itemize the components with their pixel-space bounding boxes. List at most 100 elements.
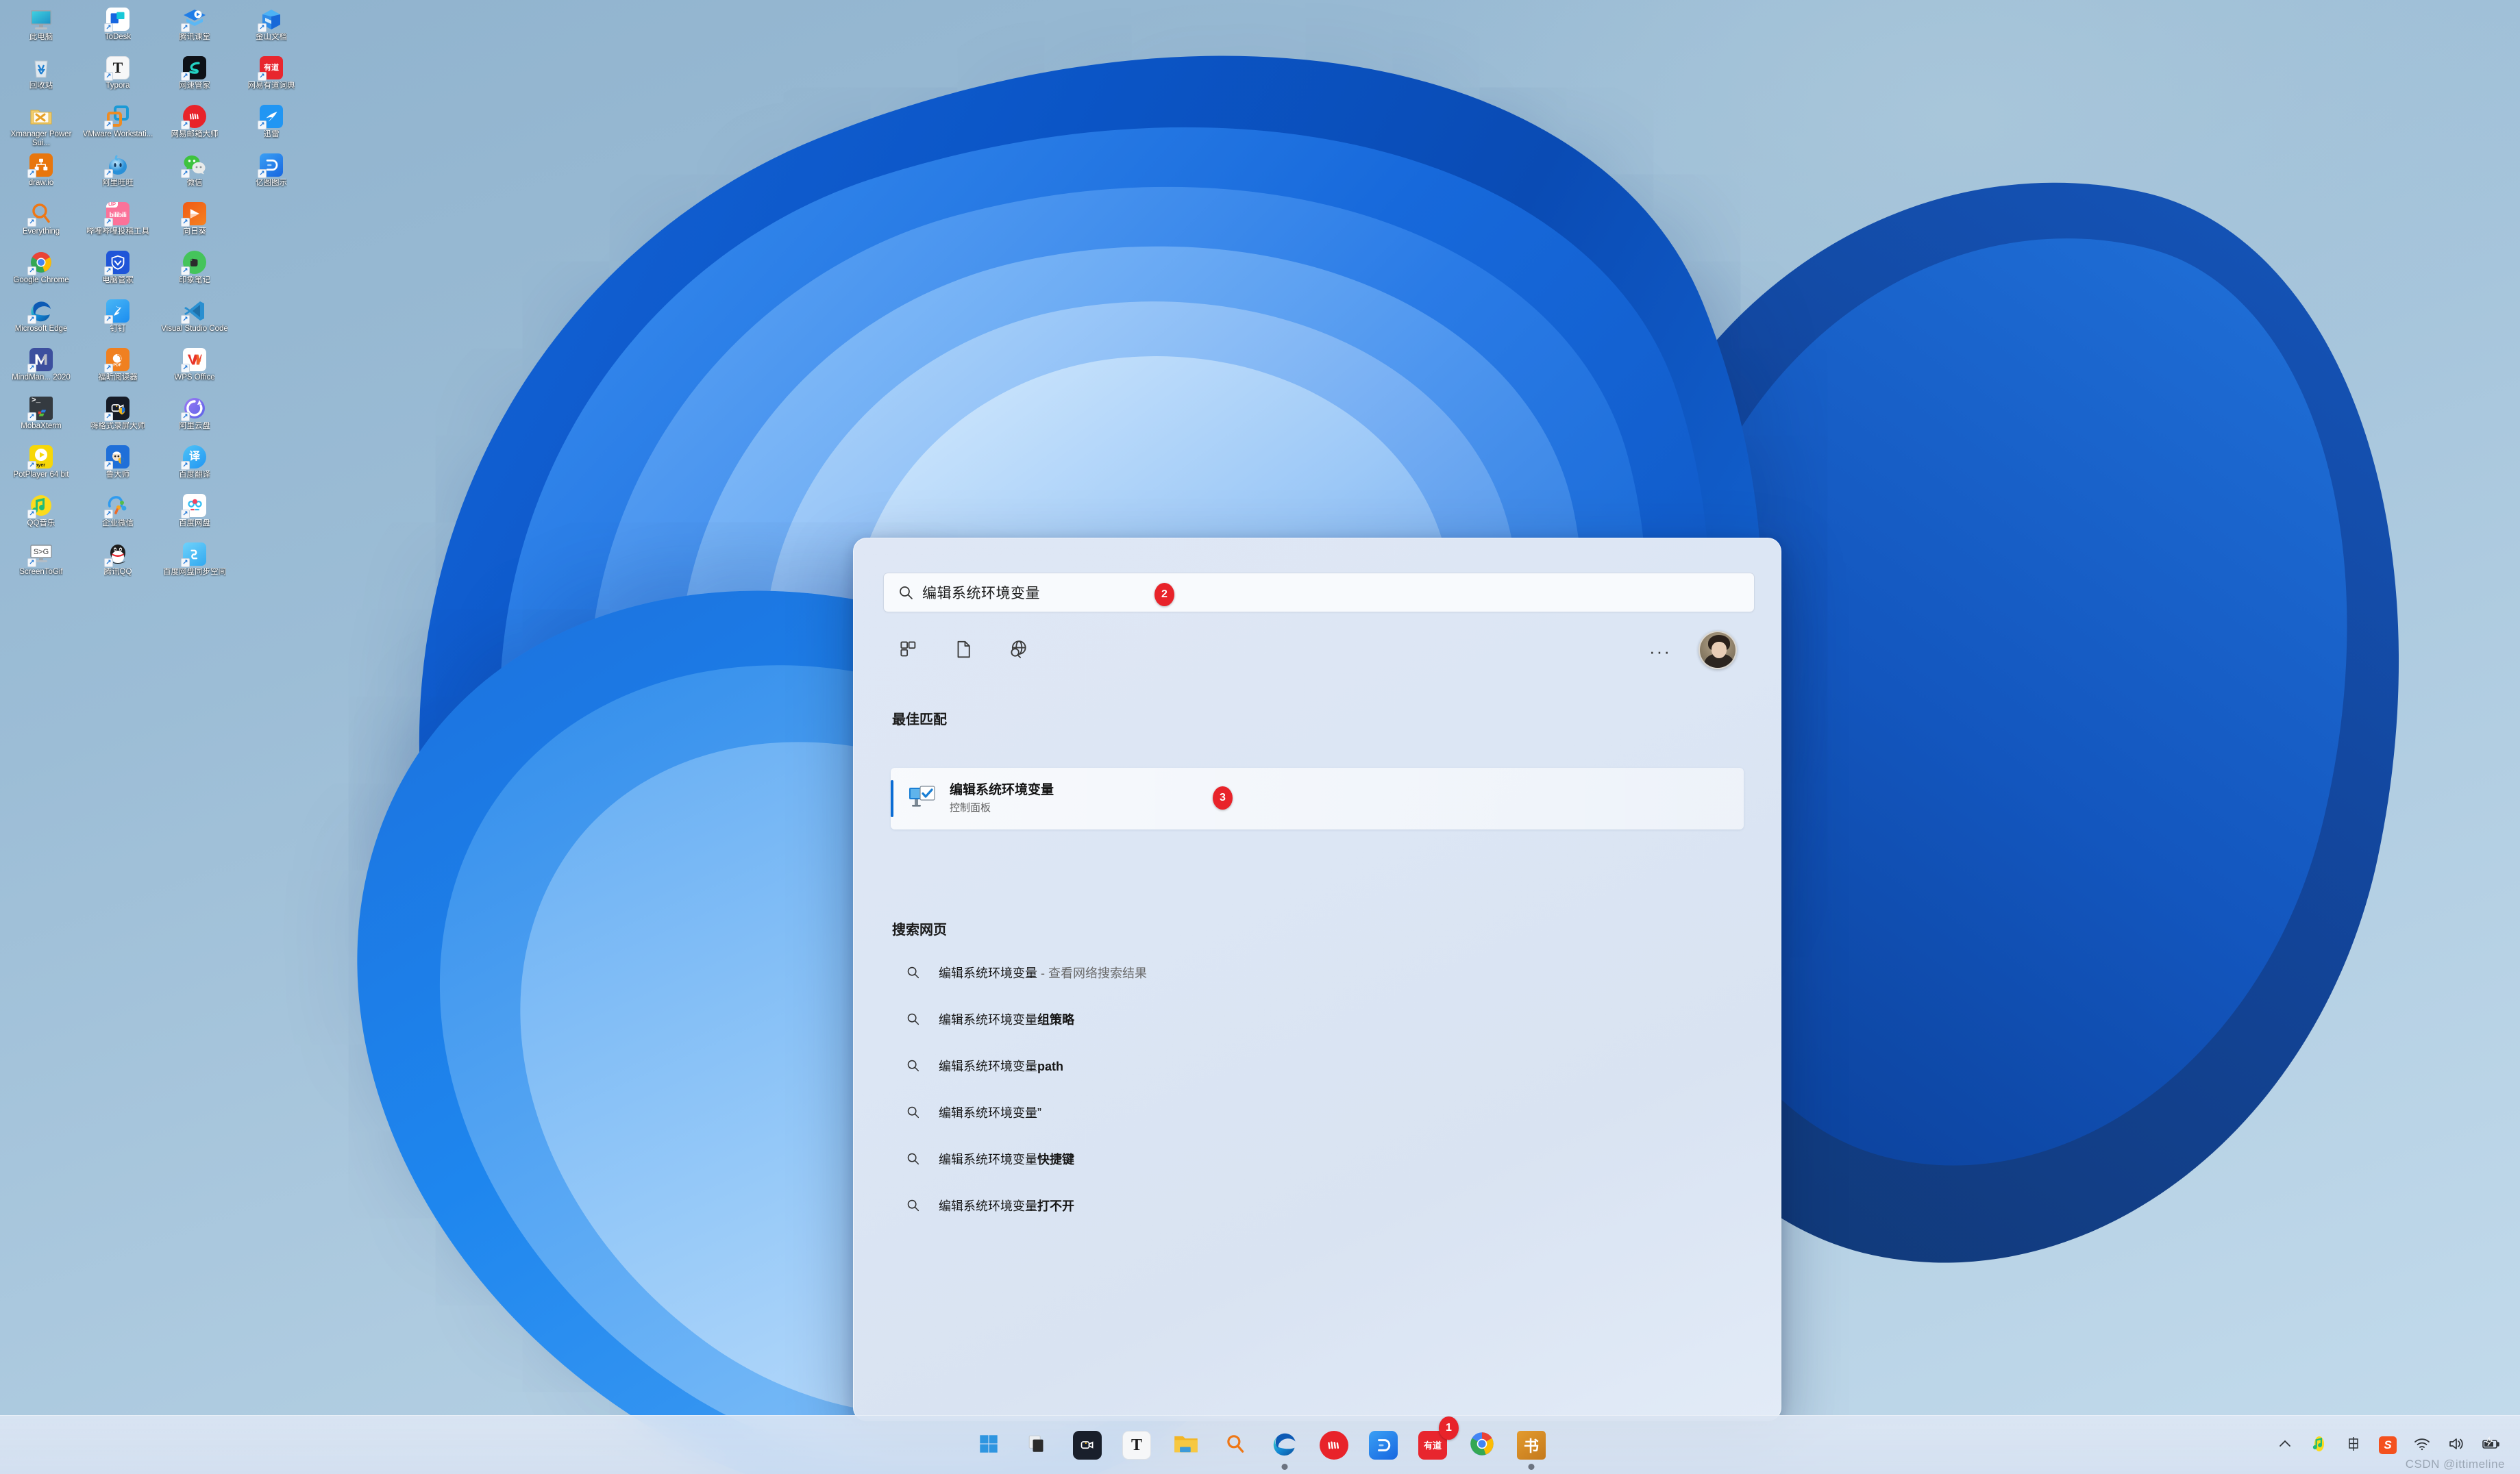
taskbar-center-group: T 有道书 [969, 1416, 1551, 1474]
edraw-button[interactable] [1363, 1425, 1403, 1465]
desktop-icon-pc-manager[interactable]: ↗ 电脑管家 [79, 247, 156, 296]
web-filter[interactable] [999, 632, 1037, 670]
web-search-item[interactable]: 编辑系统环境变量” [891, 1089, 1747, 1136]
search-filter-row: ··· [889, 629, 1749, 672]
best-match-result[interactable]: 编辑系统环境变量 控制面板 3 [891, 768, 1744, 829]
desktop-icon-netease-mail[interactable]: ↗ 网易邮箱大师 [156, 101, 233, 150]
task-view-button[interactable] [1018, 1425, 1058, 1465]
desktop-icon-chrome[interactable]: ↗ Google Chrome [3, 247, 79, 296]
start-button[interactable] [969, 1425, 1009, 1465]
desktop-icon-vscode[interactable]: ↗ Visual Studio Code [156, 296, 233, 345]
desktop-icon-wps-office[interactable]: ↗ WPS Office [156, 345, 233, 393]
desktop-icon-foxit-reader[interactable]: PDF ↗ 福昕阅读器 [79, 345, 156, 393]
desktop-icon-evernote[interactable]: ↗ 印象笔记 [156, 247, 233, 296]
qq-music-tray[interactable] [2308, 1434, 2331, 1457]
chrome-icon [1469, 1431, 1495, 1460]
edge-icon [1272, 1431, 1298, 1460]
desktop-icon-xmanager[interactable]: Xmanager Power Sui... [3, 101, 79, 150]
volume-tray[interactable] [2445, 1434, 2468, 1457]
desktop-icon-label: Microsoft Edge [14, 325, 68, 333]
desktop-icon-everything[interactable]: ↗ Everything [3, 199, 79, 247]
youdao-dict-icon: 有道 ↗ [258, 55, 284, 81]
desktop-icon-youdao-dict[interactable]: 有道 ↗ 网易有道词典 [233, 53, 310, 101]
ludashi-icon: ↗ [104, 445, 130, 470]
desktop-icon-baidu-fanyi[interactable]: 译 ↗ 百度翻译 [156, 442, 233, 490]
more-options-button[interactable]: ··· [1645, 638, 1675, 665]
annotation-badge-1: 1 [1439, 1416, 1459, 1440]
web-search-item[interactable]: 编辑系统环境变量打不开 [891, 1182, 1747, 1229]
desktop-icon-baidu-netdisk[interactable]: ↗ 百度网盘 [156, 490, 233, 539]
desktop-icon-xunlei[interactable]: ↗ 迅雷 [233, 101, 310, 150]
desktop-icon-drawio[interactable]: ↗ draw.io [3, 150, 79, 199]
desktop-icon-baidu-netdisk-sync[interactable]: ↗ 百度网盘同步空间 [156, 539, 233, 588]
battery-tray[interactable] [2479, 1434, 2502, 1457]
desktop-icon-dingtalk[interactable]: ↗ 钉钉 [79, 296, 156, 345]
web-search-item-label: 编辑系统环境变量” [939, 1103, 1041, 1121]
desktop-icon-edraw[interactable]: ↗ 亿图图示 [233, 150, 310, 199]
desktop-icon-edge[interactable]: ↗ Microsoft Edge [3, 296, 79, 345]
this-pc-icon [29, 7, 53, 32]
desktop-icon-ludashi[interactable]: ↗ 鲁大师 [79, 442, 156, 490]
desktop-icon-tencent-ketang[interactable]: ↗ 腾讯课堂 [156, 4, 233, 53]
web-search-item[interactable]: 编辑系统环境变量path [891, 1042, 1747, 1089]
system-tray: S [2273, 1416, 2512, 1474]
edge-button[interactable] [1265, 1425, 1305, 1470]
desktop-icon-mobaxterm[interactable]: >_ ↗ MobaXterm [3, 393, 79, 442]
wecom-icon: ↗ [104, 493, 130, 519]
typora-button[interactable]: T [1117, 1425, 1157, 1465]
user-avatar[interactable] [1698, 631, 1737, 669]
search-magnifier-icon [1224, 1433, 1246, 1458]
desktop-icon-typora[interactable]: T ↗ Typora [79, 53, 156, 101]
desktop-icon-wechat[interactable]: ↗ 微信 [156, 150, 233, 199]
search-input-box[interactable]: 编辑系统环境变量 2 [883, 573, 1755, 612]
desktop-icon-screentogif[interactable]: S>G ↗ ScreenToGif [3, 539, 79, 588]
desktop-icon-label: 嗨格式录屏大师 [90, 422, 146, 430]
desktop-icon-label: 钉钉 [110, 325, 126, 333]
desktop-icon-empty [233, 393, 310, 442]
desktop-icon-label: 腾讯课堂 [179, 33, 210, 41]
apps-filter[interactable] [889, 632, 928, 670]
running-indicator [1281, 1464, 1288, 1470]
search-button[interactable] [1215, 1425, 1255, 1465]
desktop-icon-qq-music[interactable]: ↗ QQ音乐 [3, 490, 79, 539]
shortcut-arrow-icon: ↗ [181, 72, 190, 81]
desktop-icon-recycle-bin[interactable]: 回收站 [3, 53, 79, 101]
camera-app-button[interactable] [1067, 1425, 1107, 1465]
sogou-input-tray[interactable]: S [2376, 1434, 2399, 1457]
ime-mode-indicator[interactable] [2342, 1434, 2365, 1457]
desktop-icon-mindmanager[interactable]: ↗ MindMan... 2020 [3, 345, 79, 393]
everything-icon: ↗ [27, 201, 53, 227]
chrome-button[interactable] [1462, 1425, 1502, 1465]
desktop-icon-wecom[interactable]: ↗ 企业微信 [79, 490, 156, 539]
desktop-icon-todesk[interactable]: ↗ ToDesk [79, 4, 156, 53]
show-hidden-icons[interactable] [2273, 1434, 2297, 1457]
reader-app-button[interactable]: 书 [1511, 1425, 1551, 1470]
shortcut-arrow-icon: ↗ [27, 169, 36, 178]
desktop-icon-aliwangwang[interactable]: ↗ 阿里旺旺 [79, 150, 156, 199]
network-tray[interactable] [2410, 1434, 2434, 1457]
file-explorer-button[interactable] [1166, 1425, 1206, 1465]
netease-mail-button[interactable] [1314, 1425, 1354, 1465]
web-search-item[interactable]: 编辑系统环境变量组策略 [891, 996, 1747, 1042]
web-search-item[interactable]: 编辑系统环境变量 - 查看网络搜索结果 [891, 949, 1747, 996]
desktop-icon-higeshi-recorder[interactable]: ↗ 嗨格式录屏大师 [79, 393, 156, 442]
shortcut-arrow-icon: ↗ [27, 315, 36, 324]
desktop-icon-wangsu-guanjia[interactable]: ↗ 网速管家 [156, 53, 233, 101]
desktop-icon-vmware[interactable]: ↗ VMware Workstati... [79, 101, 156, 150]
qq-music-icon [2311, 1436, 2327, 1456]
desktop-icon-label: 腾讯QQ [103, 568, 132, 576]
desktop-icon-kingsoft-docs[interactable]: ↗ 金山文档 [233, 4, 310, 53]
best-match-heading: 最佳匹配 [892, 712, 947, 727]
desktop-icon-bilibili-upload[interactable]: UP bilibili ↗ 哔哩哔哩投稿工具 [79, 199, 156, 247]
web-search-item[interactable]: 编辑系统环境变量快捷键 [891, 1136, 1747, 1182]
desktop-icon-aliyun-drive[interactable]: ↗ 阿里云盘 [156, 393, 233, 442]
windows-search-panel: 编辑系统环境变量 2 ··· 最佳匹配 编辑系统环境变量 控制面板 3 搜索网页… [853, 538, 1781, 1421]
desktop-icon-tencent-qq[interactable]: ↗ 腾讯QQ [79, 539, 156, 588]
documents-filter[interactable] [944, 632, 983, 670]
document-icon [953, 639, 974, 663]
desktop-icon-sunlogin[interactable]: ↗ 向日葵 [156, 199, 233, 247]
desktop-icon-this-pc[interactable]: 此电脑 [3, 4, 79, 53]
shortcut-arrow-icon: ↗ [181, 510, 190, 519]
desktop-icon-potplayer[interactable]: Player ↗ PotPlayer 64 bit [3, 442, 79, 490]
desktop-icon-label: Typora [106, 82, 130, 90]
